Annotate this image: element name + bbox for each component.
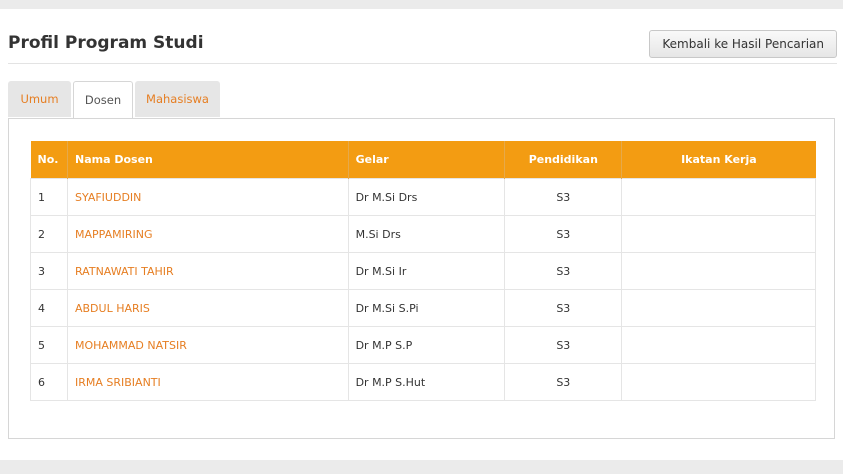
dosen-name-link[interactable]: RATNAWATI TAHIR [66, 252, 349, 290]
column-header-gelar: Gelar [348, 141, 506, 179]
table-row: 1 SYAFIUDDIN Dr M.Si Drs S3 [30, 178, 816, 216]
cell-gelar: Dr M.Si Ir [347, 252, 506, 290]
profile-panel: Profil Program Studi Kembali ke Hasil Pe… [0, 9, 843, 460]
cell-no: 3 [30, 252, 68, 290]
column-header-pendidikan: Pendidikan [504, 141, 623, 179]
cell-pendidikan: S3 [504, 363, 623, 401]
cell-pendidikan: S3 [504, 252, 623, 290]
dosen-name-link[interactable]: MAPPAMIRING [66, 215, 349, 253]
table-row: 6 IRMA SRIBIANTI Dr M.P S.Hut S3 [30, 363, 816, 401]
tab-dosen[interactable]: Dosen [73, 81, 133, 119]
bottom-strip [0, 460, 843, 474]
cell-no: 5 [30, 326, 68, 364]
cell-gelar: M.Si Drs [347, 215, 506, 253]
dosen-name-link[interactable]: SYAFIUDDIN [66, 178, 349, 216]
table-row: 3 RATNAWATI TAHIR Dr M.Si Ir S3 [30, 252, 816, 290]
cell-no: 2 [30, 215, 68, 253]
top-strip [0, 0, 843, 9]
page-header: Profil Program Studi Kembali ke Hasil Pe… [0, 9, 843, 64]
cell-pendidikan: S3 [504, 215, 623, 253]
table-row: 4 ABDUL HARIS Dr M.Si S.Pi S3 [30, 289, 816, 327]
tab-umum[interactable]: Umum [8, 81, 71, 117]
cell-ikatan-kerja [621, 326, 816, 364]
back-to-search-results-button[interactable]: Kembali ke Hasil Pencarian [649, 30, 837, 58]
dosen-name-link[interactable]: IRMA SRIBIANTI [66, 363, 349, 401]
cell-ikatan-kerja [621, 252, 816, 290]
dosen-tab-panel: No. Nama Dosen Gelar Pendidikan Ikatan K… [8, 118, 835, 439]
dosen-name-link[interactable]: ABDUL HARIS [66, 289, 349, 327]
cell-pendidikan: S3 [504, 178, 623, 216]
column-header-ikatan-kerja: Ikatan Kerja [621, 141, 816, 179]
table-row: 2 MAPPAMIRING M.Si Drs S3 [30, 215, 816, 253]
header-divider [8, 63, 837, 64]
cell-pendidikan: S3 [504, 326, 623, 364]
cell-ikatan-kerja [621, 289, 816, 327]
dosen-table: No. Nama Dosen Gelar Pendidikan Ikatan K… [30, 141, 816, 401]
cell-gelar: Dr M.P S.P [347, 326, 506, 364]
cell-ikatan-kerja [621, 363, 816, 401]
cell-gelar: Dr M.P S.Hut [347, 363, 506, 401]
tab-mahasiswa[interactable]: Mahasiswa [135, 81, 220, 117]
cell-ikatan-kerja [621, 215, 816, 253]
cell-no: 1 [30, 178, 68, 216]
cell-gelar: Dr M.Si S.Pi [347, 289, 506, 327]
page-title: Profil Program Studi [8, 33, 204, 53]
table-header-row: No. Nama Dosen Gelar Pendidikan Ikatan K… [30, 141, 816, 179]
cell-pendidikan: S3 [504, 289, 623, 327]
dosen-name-link[interactable]: MOHAMMAD NATSIR [66, 326, 349, 364]
cell-no: 6 [30, 363, 68, 401]
column-header-nama-dosen: Nama Dosen [67, 141, 349, 179]
column-header-no: No. [30, 141, 68, 179]
cell-no: 4 [30, 289, 68, 327]
cell-ikatan-kerja [621, 178, 816, 216]
table-row: 5 MOHAMMAD NATSIR Dr M.P S.P S3 [30, 326, 816, 364]
cell-gelar: Dr M.Si Drs [347, 178, 506, 216]
